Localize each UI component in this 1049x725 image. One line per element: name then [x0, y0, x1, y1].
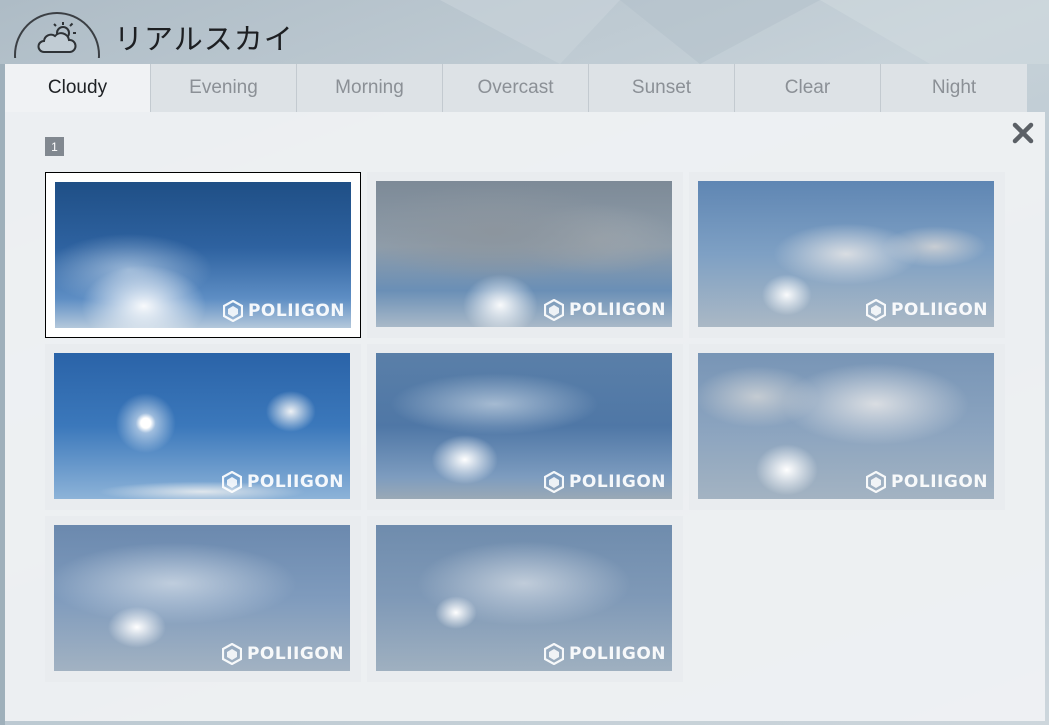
poliigon-logo-icon: [222, 643, 242, 665]
poliigon-logo-icon: [866, 471, 886, 493]
watermark-text: POLIIGON: [890, 472, 988, 492]
poliigon-logo-icon: [544, 299, 564, 321]
cloud-sun-icon: [37, 22, 77, 53]
watermark-text: POLIIGON: [890, 300, 988, 320]
poliigon-logo-icon: [223, 300, 243, 322]
sky-thumbnail-card[interactable]: POLIIGON: [367, 516, 683, 682]
watermark-text: POLIIGON: [246, 472, 344, 492]
category-tabs: Cloudy Evening Morning Overcast Sunset C…: [5, 64, 1027, 112]
page-number-badge[interactable]: 1: [45, 137, 64, 156]
sky-thumbnail-image[interactable]: POLIIGON: [376, 181, 672, 327]
tab-cloudy[interactable]: Cloudy: [5, 64, 151, 112]
close-icon[interactable]: [1008, 118, 1038, 148]
sky-thumbnail-image[interactable]: POLIIGON: [698, 181, 994, 327]
title-bar: リアルスカイ: [0, 0, 1049, 64]
tab-clear[interactable]: Clear: [735, 64, 881, 112]
watermark-text: POLIIGON: [568, 472, 666, 492]
watermark-text: POLIIGON: [568, 300, 666, 320]
watermark-text: POLIIGON: [247, 301, 345, 321]
sky-thumbnail-card[interactable]: POLIIGON: [689, 172, 1005, 338]
poliigon-logo-icon: [544, 471, 564, 493]
poliigon-logo-icon: [544, 643, 564, 665]
watermark-text: POLIIGON: [568, 644, 666, 664]
sky-thumbnail-card[interactable]: POLIIGON: [689, 344, 1005, 510]
sky-thumbnail-card[interactable]: POLIIGON: [367, 172, 683, 338]
watermark-text: POLIIGON: [246, 644, 344, 664]
sky-thumbnail-image[interactable]: POLIIGON: [698, 353, 994, 499]
poliigon-logo-icon: [222, 471, 242, 493]
tab-night[interactable]: Night: [881, 64, 1027, 112]
app-title: リアルスカイ: [114, 22, 294, 56]
sky-thumbnail-card[interactable]: POLIIGON: [45, 516, 361, 682]
watermark: POLIIGON: [544, 299, 666, 321]
tab-overcast[interactable]: Overcast: [443, 64, 589, 112]
tab-evening[interactable]: Evening: [151, 64, 297, 112]
tab-morning[interactable]: Morning: [297, 64, 443, 112]
sky-thumbnail-image[interactable]: POLIIGON: [376, 525, 672, 671]
sky-thumbnail-image[interactable]: POLIIGON: [55, 182, 351, 328]
sky-thumbnail-card[interactable]: POLIIGON: [45, 172, 361, 338]
sky-thumbnail-image[interactable]: POLIIGON: [54, 525, 350, 671]
watermark: POLIIGON: [544, 471, 666, 493]
poliigon-logo-icon: [866, 299, 886, 321]
sky-thumbnail-image[interactable]: POLIIGON: [376, 353, 672, 499]
sky-thumbnail-card[interactable]: POLIIGON: [45, 344, 361, 510]
watermark: POLIIGON: [223, 300, 345, 322]
sky-thumbnail-card[interactable]: POLIIGON: [367, 344, 683, 510]
watermark: POLIIGON: [222, 643, 344, 665]
watermark: POLIIGON: [866, 299, 988, 321]
watermark: POLIIGON: [222, 471, 344, 493]
watermark: POLIIGON: [866, 471, 988, 493]
watermark: POLIIGON: [544, 643, 666, 665]
sky-thumbnail-image[interactable]: POLIIGON: [54, 353, 350, 499]
tab-sunset[interactable]: Sunset: [589, 64, 735, 112]
